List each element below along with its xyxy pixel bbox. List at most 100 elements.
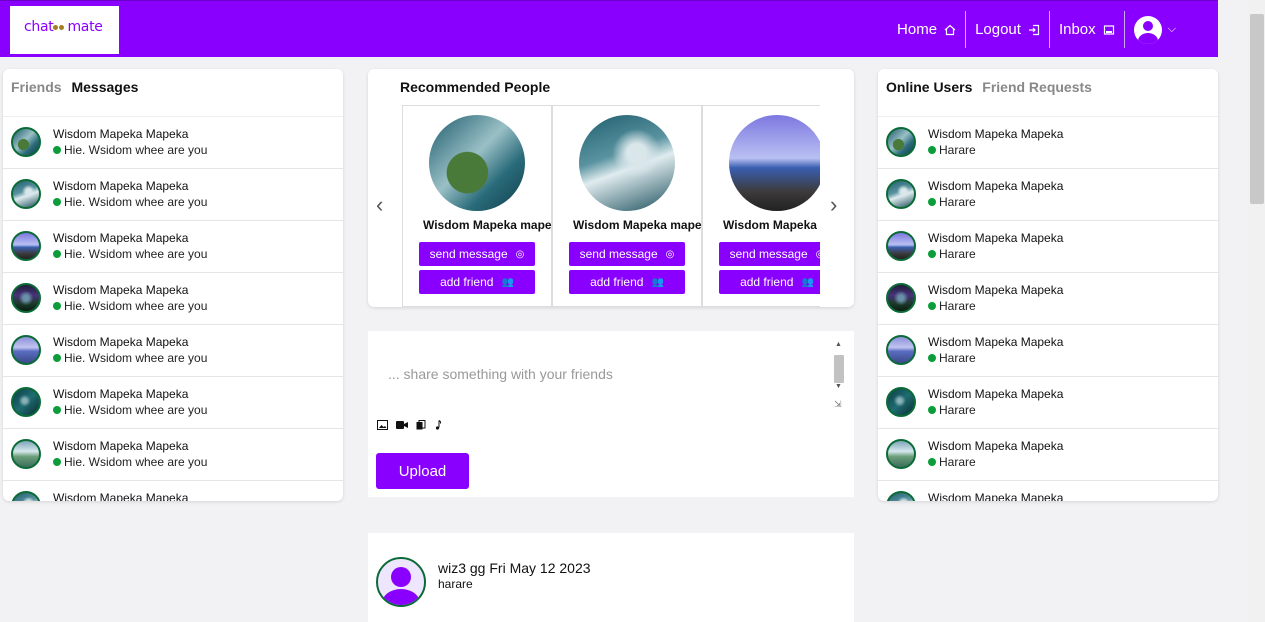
image-icon[interactable] <box>377 420 388 430</box>
message-text: Hie. Wsidom whee are you <box>64 455 208 469</box>
nav-home[interactable]: Home <box>888 11 967 48</box>
nav-inbox[interactable]: Inbox <box>1050 11 1125 48</box>
music-icon[interactable] <box>434 420 442 430</box>
resize-handle-icon[interactable]: ⇲ <box>834 399 842 410</box>
online-dot-icon <box>53 146 61 154</box>
message-item[interactable]: Wisdom Mapeka Mapeka Hie. Wsidom whee are… <box>3 169 343 221</box>
message-text: Hie. Wsidom whee are you <box>64 143 208 157</box>
send-message-label: send message <box>579 247 658 261</box>
avatar <box>11 491 41 501</box>
send-message-label: send message <box>729 247 808 261</box>
avatar <box>886 127 916 157</box>
user-location: Harare <box>928 247 976 261</box>
message-preview: Hie. Wsidom whee are you <box>53 455 207 469</box>
post-card: wiz3 gg Fri May 12 2023 harare <box>368 533 854 622</box>
location-text: Harare <box>939 403 976 417</box>
video-icon[interactable] <box>396 420 408 430</box>
chevron-down-icon: ⌵ <box>1167 23 1176 35</box>
user-location: Harare <box>928 351 976 365</box>
online-user-item[interactable]: Wisdom Mapeka Mapeka Harare <box>878 429 1218 481</box>
online-user-item[interactable]: Wisdom Mapeka Mapeka Harare <box>878 377 1218 429</box>
online-dot-icon <box>53 302 61 310</box>
add-friend-button[interactable]: add friend 👥 <box>569 270 685 294</box>
carousel-next-icon[interactable]: › <box>830 194 837 216</box>
upload-button[interactable]: Upload <box>376 453 469 489</box>
avatar[interactable] <box>376 557 426 607</box>
message-text: Hie. Wsidom whee are you <box>64 403 208 417</box>
online-dot-icon <box>53 250 61 258</box>
contact-name: Wisdom Mapeka Mapeka <box>53 283 189 297</box>
person-card: Wisdom Mapeka mapeka send message ◎ add f… <box>402 105 565 307</box>
recommended-people-panel: Recommended People ‹ › Wisdom Mapeka map… <box>368 69 854 307</box>
user-location: Harare <box>928 299 976 313</box>
avatar <box>886 231 916 261</box>
online-user-item[interactable]: Wisdom Mapeka Mapeka Harare <box>878 273 1218 325</box>
tab-online-users[interactable]: Online Users <box>886 79 972 95</box>
logo-dots-icon <box>53 18 67 30</box>
messenger-icon: ◎ <box>665 248 675 260</box>
online-dot-icon <box>928 406 936 414</box>
message-item[interactable]: Wisdom Mapeka Mapeka Hie. Wsidom whee are… <box>3 221 343 273</box>
person-name: Wisdom Mapeka mapeka <box>423 218 565 232</box>
online-dot-icon <box>53 354 61 362</box>
message-item[interactable]: Wisdom Mapeka Mapeka Hie. Wsidom whee are… <box>3 273 343 325</box>
tab-messages[interactable]: Messages <box>71 79 138 95</box>
send-message-button[interactable]: send message ◎ <box>569 242 685 266</box>
online-user-item[interactable]: Wisdom Mapeka Mapeka Harare <box>878 221 1218 273</box>
message-item[interactable]: Wisdom Mapeka Mapeka Hie. Wsidom whee are… <box>3 377 343 429</box>
avatar <box>886 283 916 313</box>
message-item[interactable]: Wisdom Mapeka Mapeka Hie. Wsidom whee are… <box>3 429 343 481</box>
carousel-prev-icon[interactable]: ‹ <box>376 194 383 216</box>
send-message-button[interactable]: send message ◎ <box>719 242 820 266</box>
online-user-item[interactable]: Wisdom Mapeka Mapeka Harare <box>878 117 1218 169</box>
logout-icon <box>1028 24 1040 35</box>
media-attach-bar <box>377 420 442 430</box>
contact-name: Wisdom Mapeka Mapeka <box>53 335 189 349</box>
post-author-date: wiz3 gg Fri May 12 2023 <box>438 560 591 576</box>
users-icon: 👥 <box>501 276 514 288</box>
person-photo <box>429 115 525 211</box>
online-users-panel: Online Users Friend Requests Wisdom Mape… <box>878 69 1218 501</box>
online-user-item[interactable]: Wisdom Mapeka Mapeka <box>878 481 1218 501</box>
avatar <box>11 283 41 313</box>
logo[interactable]: chat mate <box>10 6 119 54</box>
add-friend-label: add friend <box>740 275 794 289</box>
scroll-up-icon[interactable]: ▲ <box>835 341 842 348</box>
document-icon[interactable] <box>416 420 426 430</box>
online-dot-icon <box>928 250 936 258</box>
message-preview: Hie. Wsidom whee are you <box>53 247 207 261</box>
location-text: Harare <box>939 299 976 313</box>
add-friend-label: add friend <box>590 275 644 289</box>
send-message-button[interactable]: send message ◎ <box>419 242 535 266</box>
contact-name: Wisdom Mapeka Mapeka <box>53 439 189 453</box>
add-friend-button[interactable]: add friend 👥 <box>419 270 535 294</box>
online-user-item[interactable]: Wisdom Mapeka Mapeka Harare <box>878 325 1218 377</box>
messenger-icon: ◎ <box>515 248 525 260</box>
person-card: Wisdom Mapeka mapeka send message ◎ add f… <box>552 105 715 307</box>
tab-friend-requests[interactable]: Friend Requests <box>982 79 1092 95</box>
user-location: Harare <box>928 143 976 157</box>
contact-name: Wisdom Mapeka Mapeka <box>53 491 189 501</box>
online-dot-icon <box>53 406 61 414</box>
logo-text: chat mate <box>24 19 103 35</box>
online-user-item[interactable]: Wisdom Mapeka Mapeka Harare <box>878 169 1218 221</box>
recommended-title: Recommended People <box>400 79 551 95</box>
post-textarea-placeholder: ... share something with your friends <box>388 366 613 382</box>
user-name: Wisdom Mapeka Mapeka <box>928 387 1064 401</box>
add-friend-button[interactable]: add friend 👥 <box>719 270 820 294</box>
message-item[interactable]: Wisdom Mapeka Mapeka Hie. Wsidom whee are… <box>3 117 343 169</box>
message-item[interactable]: Wisdom Mapeka Mapeka Hie. Wsidom whee are… <box>3 325 343 377</box>
scroll-thumb[interactable] <box>834 355 844 383</box>
user-location: Harare <box>928 455 976 469</box>
top-navbar: chat mate Home Logout Inbox ⌵ <box>0 0 1218 57</box>
online-dot-icon <box>928 146 936 154</box>
message-item[interactable]: Wisdom Mapeka Mapeka <box>3 481 343 501</box>
page-scrollbar-thumb[interactable] <box>1250 14 1264 204</box>
location-text: Harare <box>939 455 976 469</box>
user-avatar-icon <box>1133 15 1162 44</box>
scroll-down-icon[interactable]: ▼ <box>835 383 842 390</box>
contact-name: Wisdom Mapeka Mapeka <box>53 179 189 193</box>
nav-logout[interactable]: Logout <box>966 11 1050 48</box>
tab-friends[interactable]: Friends <box>11 79 62 95</box>
nav-profile-menu[interactable]: ⌵ <box>1125 11 1185 48</box>
